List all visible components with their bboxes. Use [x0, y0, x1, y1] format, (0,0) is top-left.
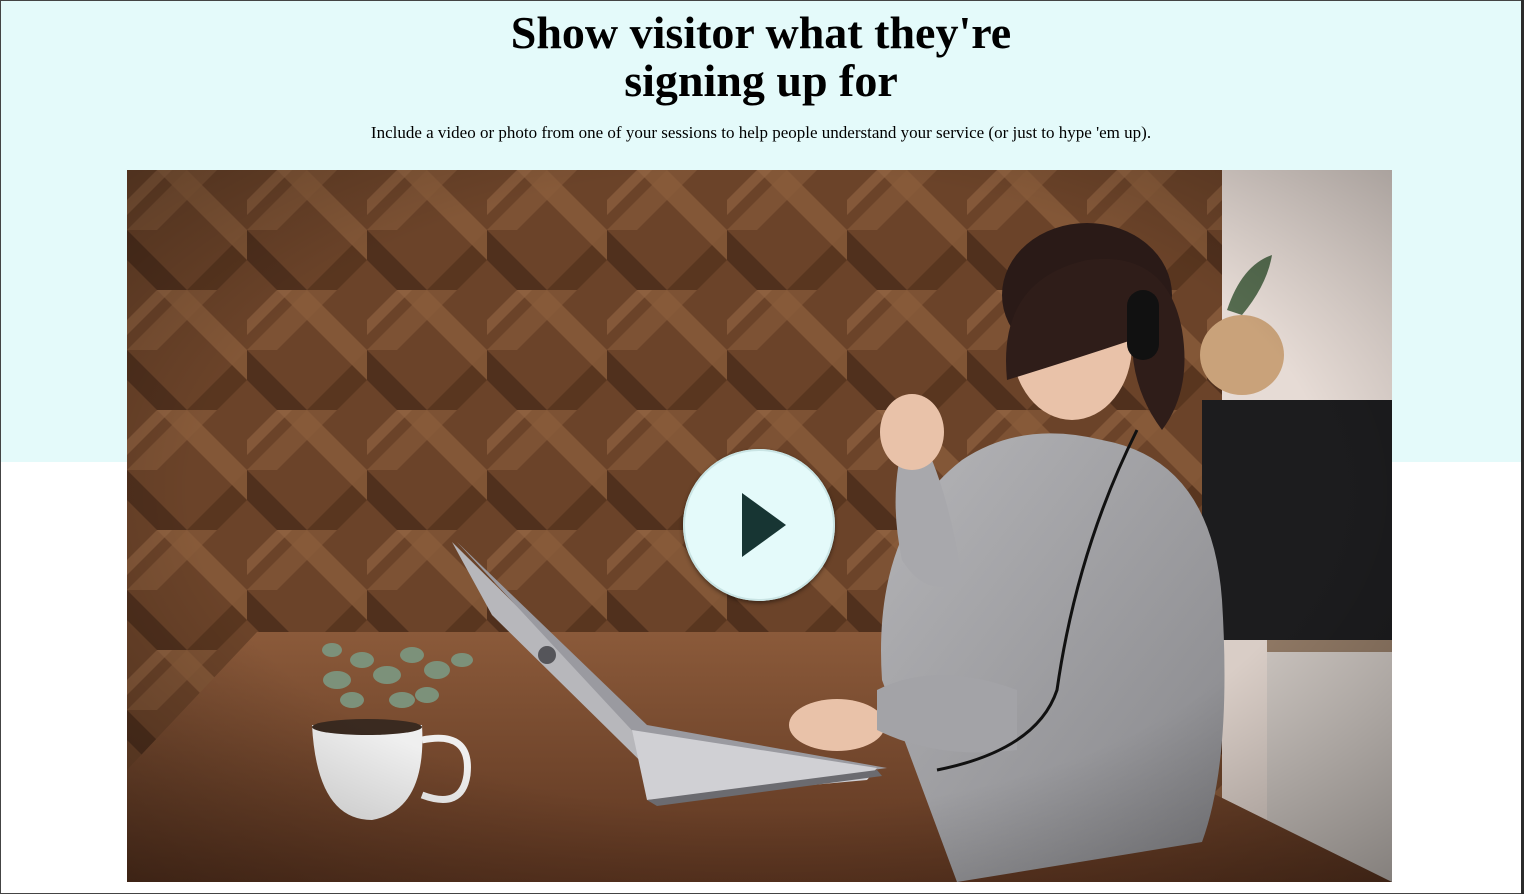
page-subtitle: Include a video or photo from one of you… — [370, 123, 1152, 142]
page-title-line-1: Show visitor what they're — [510, 7, 1012, 58]
play-button[interactable] — [683, 449, 835, 601]
play-icon — [742, 493, 786, 557]
page-title: Show visitor what they're signing up for — [1, 9, 1521, 105]
page-title-line-2: signing up for — [624, 55, 898, 106]
